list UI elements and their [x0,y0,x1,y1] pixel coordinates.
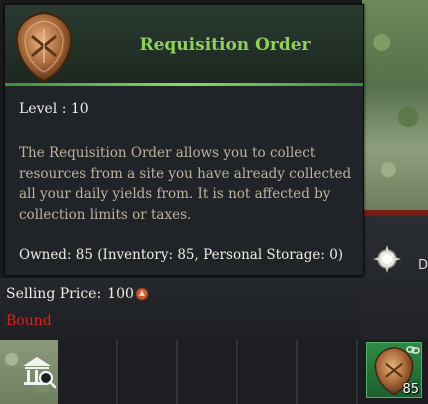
silver-coin-icon [135,287,149,301]
compass-icon[interactable] [372,244,402,274]
marketplace-search-icon[interactable] [20,354,58,390]
bound-status: Bound [6,313,52,329]
side-panel [362,216,428,340]
link-icon [406,346,420,354]
side-panel-label[interactable]: D [418,258,428,273]
item-stack-count: 85 [402,382,419,397]
quickslot-bar [58,340,362,404]
item-owned-count: Owned: 85 (Inventory: 85, Personal Stora… [19,247,344,263]
item-level: Level : 10 [19,101,89,117]
item-title: Requisition Order [139,35,311,55]
world-terrain [362,0,428,212]
selling-price-value: 100 [107,286,134,302]
selling-price-label: Selling Price: [6,286,102,302]
item-description: The Requisition Order allows you to coll… [19,145,352,223]
item-tooltip: Requisition Order Level : 10 The Requisi… [4,4,364,276]
selling-price: Selling Price: 100 [6,286,149,302]
inventory-item-slot[interactable]: 85 [366,342,422,398]
requisition-order-icon [15,11,73,83]
